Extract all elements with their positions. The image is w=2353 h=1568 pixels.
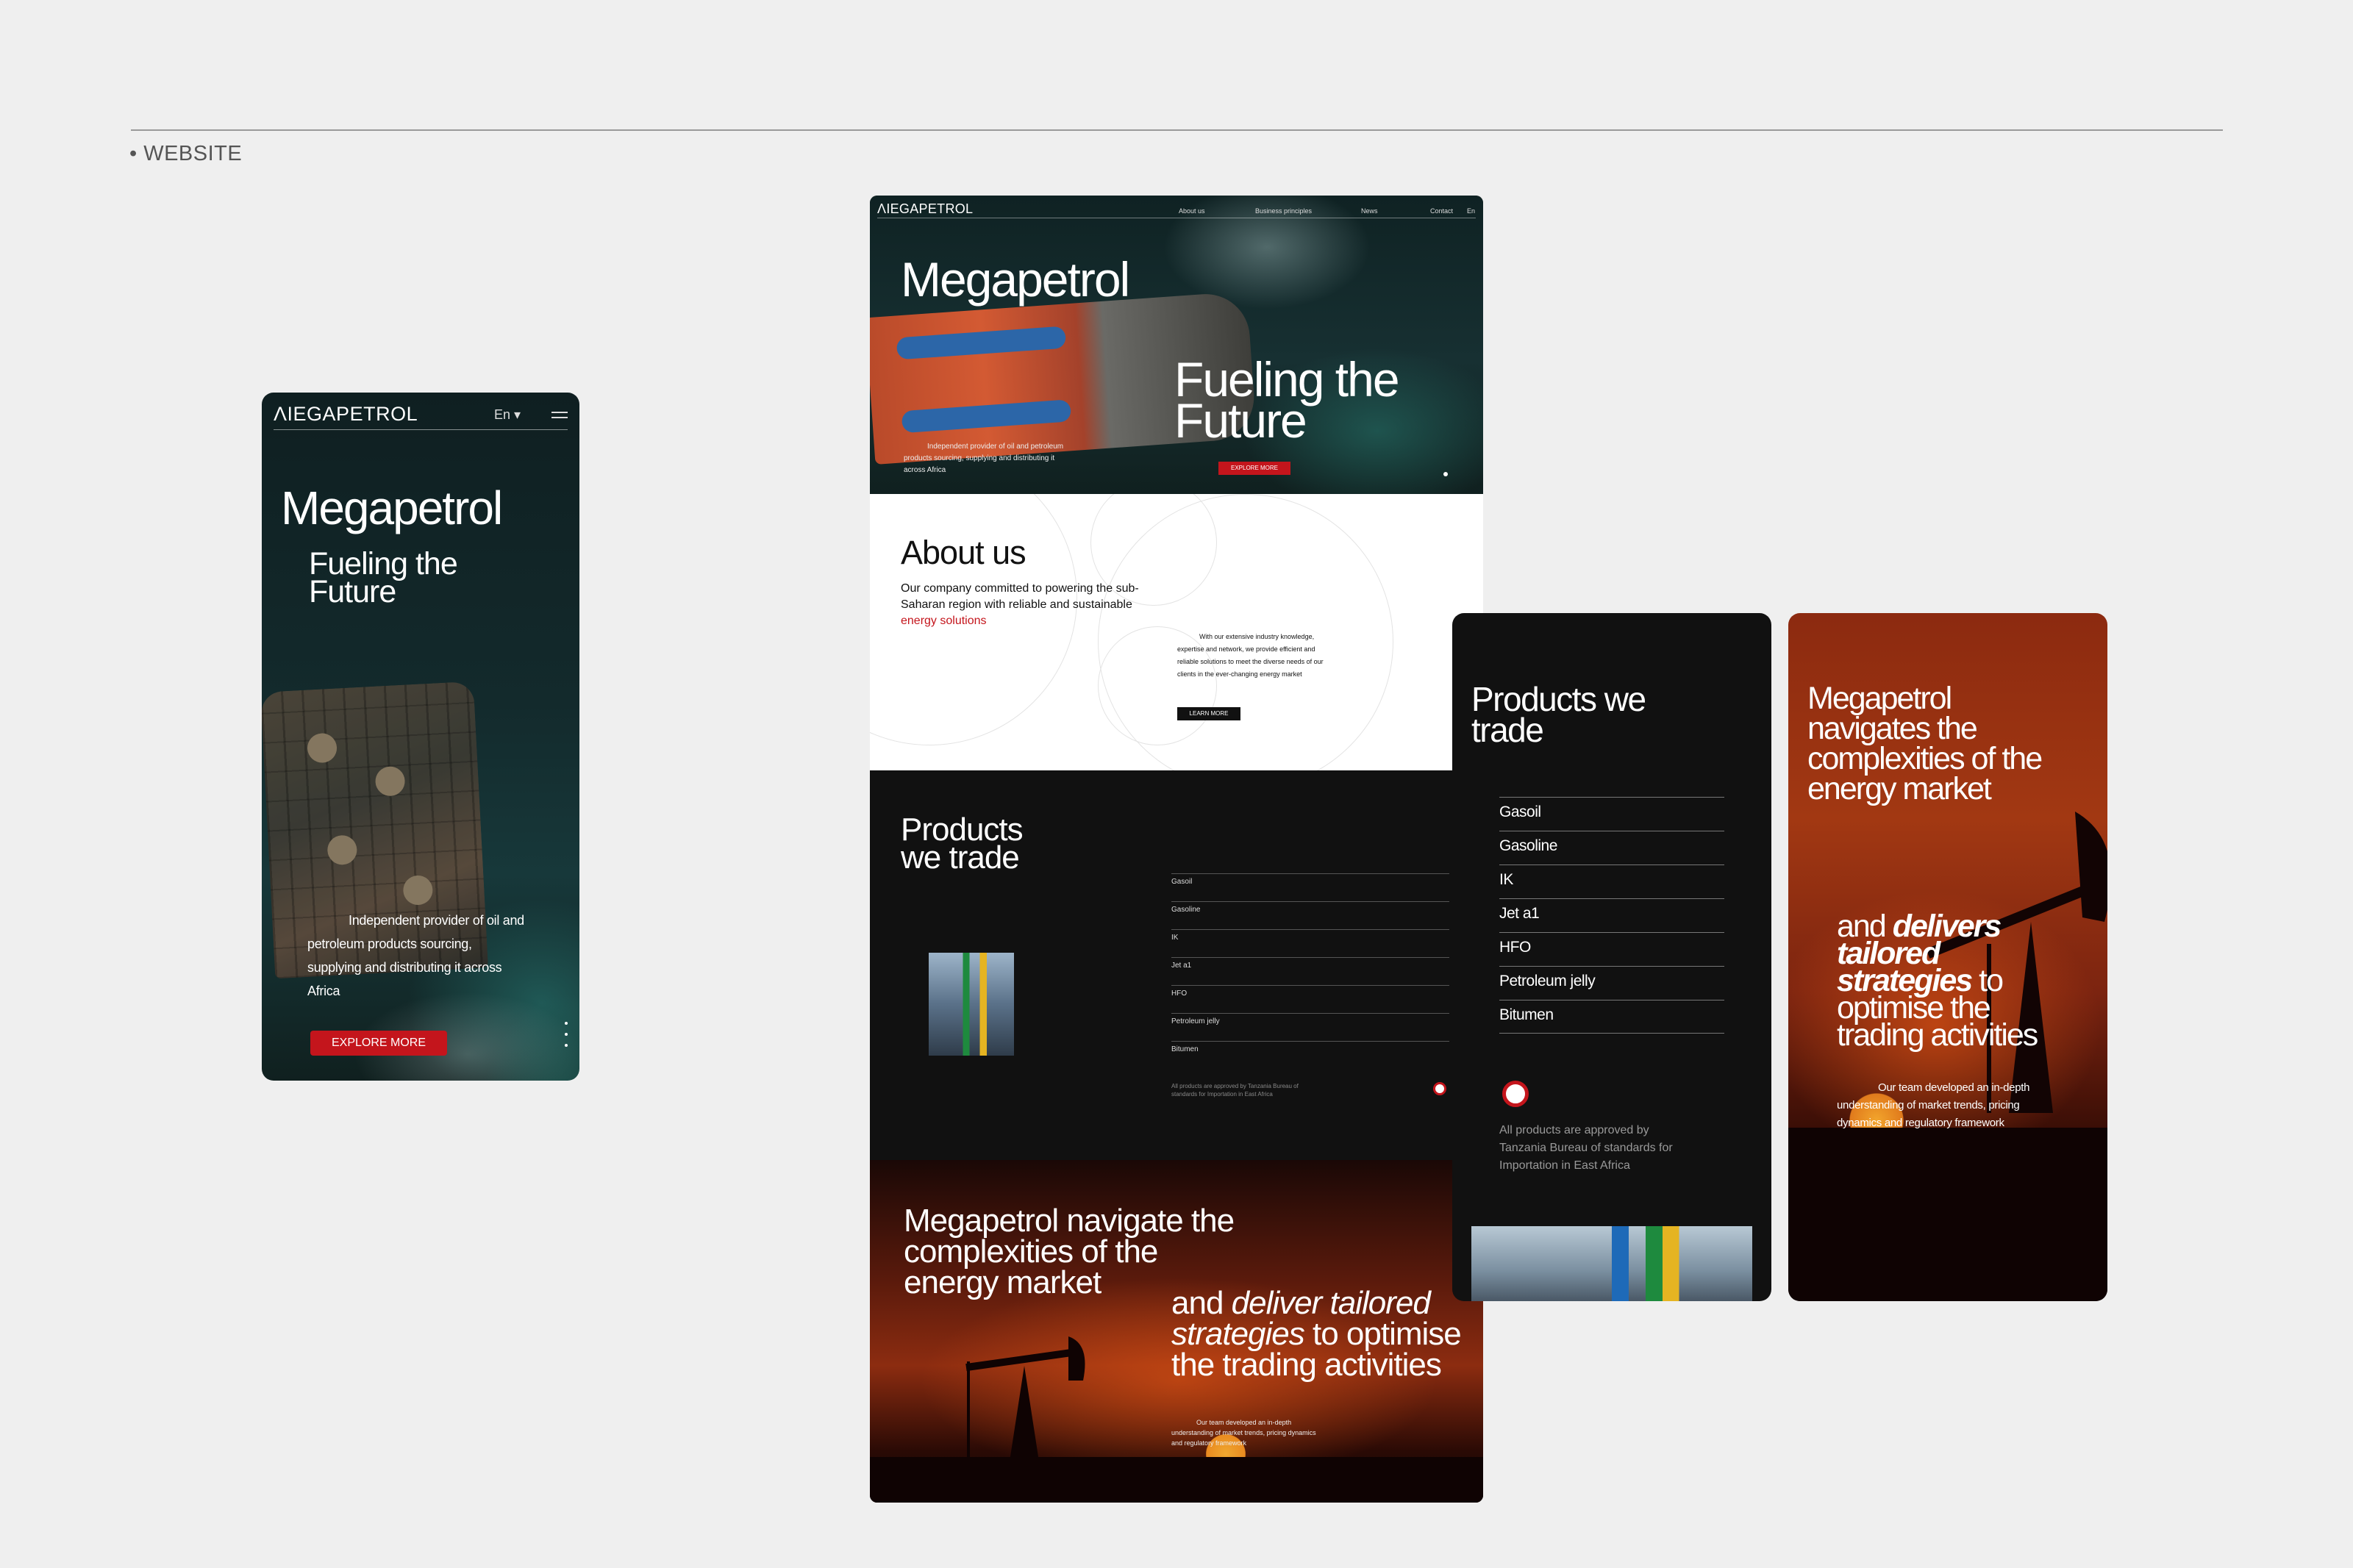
product-item[interactable]: Gasoil [1499,797,1724,831]
approval-note: All products are approved by Tanzania Bu… [1499,1124,1673,1172]
slider-dots[interactable] [565,1022,569,1055]
about-text-highlight: energy solutions [901,615,987,627]
product-item[interactable]: Gasoil [1171,873,1449,901]
brand-logo[interactable]: ΛIEGAPETROL [274,403,418,426]
product-item[interactable]: Jet a1 [1171,957,1449,985]
nav-business-principles[interactable]: Business principles [1255,207,1312,215]
market-description: Our team developed an in-depth understan… [1837,1081,2030,1129]
products-title: Products we trade [901,812,1024,876]
products-title: Products we trade [1471,680,1646,749]
about-text: Our company committed to powering the su… [901,581,1165,629]
header-divider [274,429,568,430]
nav-about[interactable]: About us [1179,207,1205,215]
brand-logo[interactable]: ΛIEGAPETROL [877,201,973,217]
tbs-seal-icon [1433,1082,1446,1095]
product-item[interactable]: HFO [1171,985,1449,1013]
about-side-text: With our extensive industry knowledge, e… [1177,633,1324,678]
hero-description: Independent provider of oil and petroleu… [904,443,1064,474]
desktop-hero: ΛIEGAPETROL About us Business principles… [870,196,1483,494]
about-title: About us [901,534,1026,571]
mobile-hero-screen: ΛIEGAPETROL En ▾ Megapetrol Fueling the … [262,393,579,1081]
nav-news[interactable]: News [1361,207,1378,215]
section-label: • WEBSITE [129,142,243,165]
fuel-nozzle-image [1471,1226,1752,1301]
approval-note: All products are approved by Tanzania Bu… [1171,1083,1299,1098]
product-item[interactable]: Jet a1 [1499,898,1724,932]
hero-tagline: Fueling the Future [309,546,458,609]
product-item[interactable]: Bitumen [1499,1000,1724,1034]
product-item[interactable]: Gasoline [1171,901,1449,929]
nav-contact[interactable]: Contact [1430,207,1453,215]
mobile-market-screen: Megapetrol navigates the complexities of… [1788,613,2107,1301]
hero-tagline: Fueling the Future [1174,352,1400,448]
market-description: Our team developed an in-depth understan… [1171,1419,1316,1447]
explore-more-button[interactable]: EXPLORE MORE [1218,462,1290,475]
hero-title: Megapetrol [281,482,503,534]
hero-title: Megapetrol [901,252,1130,307]
explore-more-button[interactable]: EXPLORE MORE [310,1031,447,1056]
product-item[interactable]: Bitumen [1171,1041,1449,1069]
market-subtitle: and deliver tailored strategies to optim… [1171,1287,1480,1381]
tbs-seal-icon [1502,1081,1529,1107]
learn-more-button[interactable]: LEARN MORE [1177,707,1240,720]
language-selector[interactable]: En ▾ [494,407,521,423]
about-text-main: Our company committed to powering the su… [901,582,1139,611]
product-item[interactable]: Petroleum jelly [1499,966,1724,1000]
products-section: Products we trade Gasoil Gasoline IK Jet… [870,770,1483,1160]
product-item[interactable]: HFO [1499,932,1724,966]
product-item[interactable]: Gasoline [1499,831,1724,864]
products-list: Gasoil Gasoline IK Jet a1 HFO Petroleum … [1499,797,1724,1034]
ground-silhouette [870,1457,1483,1503]
nav-language[interactable]: En [1467,207,1475,215]
mobile-products-screen: Products we trade Gasoil Gasoline IK Jet… [1452,613,1771,1301]
slider-dot[interactable] [1443,472,1448,476]
product-item[interactable]: IK [1171,929,1449,957]
oil-pump-icon [965,1336,1085,1461]
fuel-nozzle-image [929,953,1014,1056]
market-title: Megapetrol navigates the complexities of… [1807,681,2043,806]
menu-icon[interactable] [551,412,568,422]
product-item[interactable]: IK [1499,864,1724,898]
market-subtitle: and delivers tailored strategies to opti… [1837,911,2079,1051]
market-section: Megapetrol navigate the complexities of … [870,1160,1483,1503]
hero-description: Independent provider of oil and petroleu… [307,913,524,998]
product-item[interactable]: Petroleum jelly [1171,1013,1449,1041]
about-section: About us Our company committed to poweri… [870,494,1483,770]
products-list: Gasoil Gasoline IK Jet a1 HFO Petroleum … [1171,873,1449,1069]
ground-silhouette [1788,1128,2107,1301]
top-divider [131,129,2223,131]
desktop-page: ΛIEGAPETROL About us Business principles… [870,196,1483,1503]
